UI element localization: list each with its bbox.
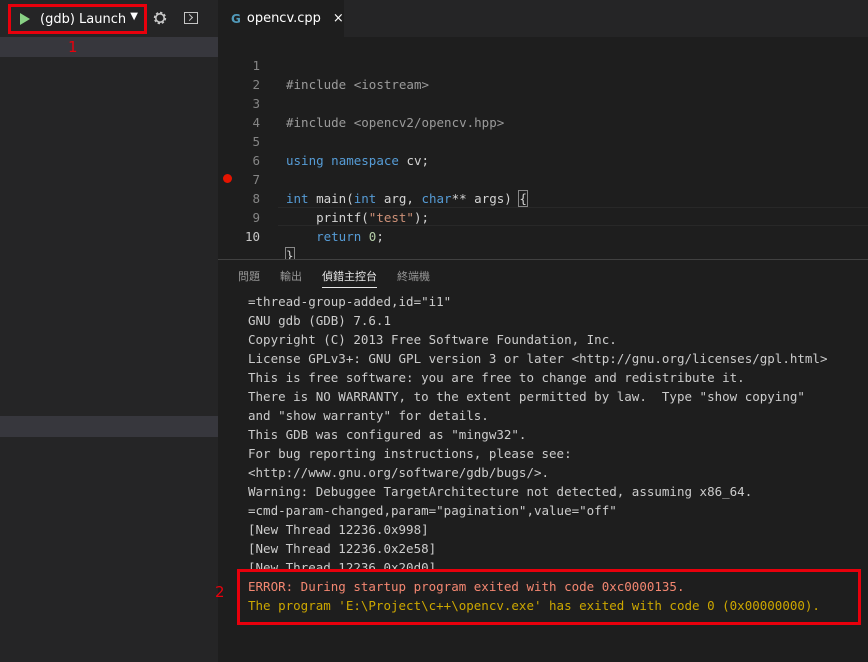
close-icon[interactable]: × [333,11,344,26]
code-line: 3 #include <opencv2/opencv.hpp> [218,75,868,130]
tab-debug-console[interactable]: 偵錯主控台 [322,268,377,288]
code-line: 2 [218,56,868,92]
code-line: 5 using namespace cv; [218,113,868,168]
console-line: This is free software: you are free to c… [248,370,745,385]
console-line: There is NO WARRANTY, to the extent perm… [248,389,805,404]
variables-section-header[interactable] [0,37,218,57]
annotation-marker-1: 1 [68,38,78,56]
code-line: 7 int main(int arg, char** args) { [218,151,868,207]
tab-problems[interactable]: 問題 [238,268,260,284]
console-line: [New Thread 12236.0x998] [248,522,429,537]
debug-toolbar: (gdb) Launch ▼ [0,0,218,37]
bottom-panel: 問題 輸出 偵錯主控台 終端機 =thread-group-added,id="… [218,259,868,662]
editor-tab-bar: G opencv.cpp × [218,0,868,37]
console-line: License GPLv3+: GNU GPL version 3 or lat… [248,351,828,366]
console-line: This GDB was configured as "mingw32". [248,427,527,442]
error-highlight-box [237,569,861,625]
code-editor[interactable]: 1 #include <iostream> 2 3 #include <open… [218,37,868,264]
tab-output[interactable]: 輸出 [280,268,302,284]
console-line: and "show warranty" for details. [248,408,489,423]
console-line: [New Thread 12236.0x20d0] [248,560,437,569]
console-line: =thread-group-added,id="i1" [248,294,452,309]
launch-config-selector[interactable]: (gdb) Launch ▼ [8,4,147,34]
console-line: =cmd-param-changed,param="pagination",va… [248,503,617,518]
gear-icon[interactable] [151,9,169,27]
console-line: [New Thread 12236.0x2e58] [248,541,437,556]
chevron-down-icon[interactable]: ▼ [130,11,138,22]
code-line: 6 [218,132,868,168]
code-line: 8 printf("test"); [218,170,868,225]
launch-config-name: (gdb) Launch [40,11,127,27]
code-line: 9 return 0; [218,189,868,244]
panel-tab-bar: 問題 輸出 偵錯主控台 終端機 [218,260,868,292]
cpp-file-icon: G [231,11,241,26]
code-line: 1 #include <iostream> [218,37,868,92]
tab-label: opencv.cpp [246,11,321,26]
console-line: Copyright (C) 2013 Free Software Foundat… [248,332,617,347]
tab-opencv-cpp[interactable]: G opencv.cpp × [218,0,344,37]
console-line: <http://www.gnu.org/software/gdb/bugs/>. [248,465,550,480]
code-token: return [316,229,362,244]
code-line: 10 } [218,208,868,264]
console-line: For bug reporting instructions, please s… [248,446,572,461]
annotation-marker-2: 2 [215,583,225,601]
play-icon[interactable] [20,13,30,25]
debug-console-output[interactable]: =thread-group-added,id="i1" GNU gdb (GDB… [248,292,868,569]
line-number: 10 [244,229,260,244]
debug-console-icon[interactable] [184,12,198,24]
call-stack-section-header[interactable] [0,416,218,437]
console-line: Warning: Debuggee TargetArchitecture not… [248,484,753,499]
code-line: 4 [218,94,868,130]
console-line: GNU gdb (GDB) 7.6.1 [248,313,391,328]
code-token: ; [376,229,384,244]
tab-terminal[interactable]: 終端機 [397,268,430,284]
debug-sidebar: (gdb) Launch ▼ [0,0,218,662]
